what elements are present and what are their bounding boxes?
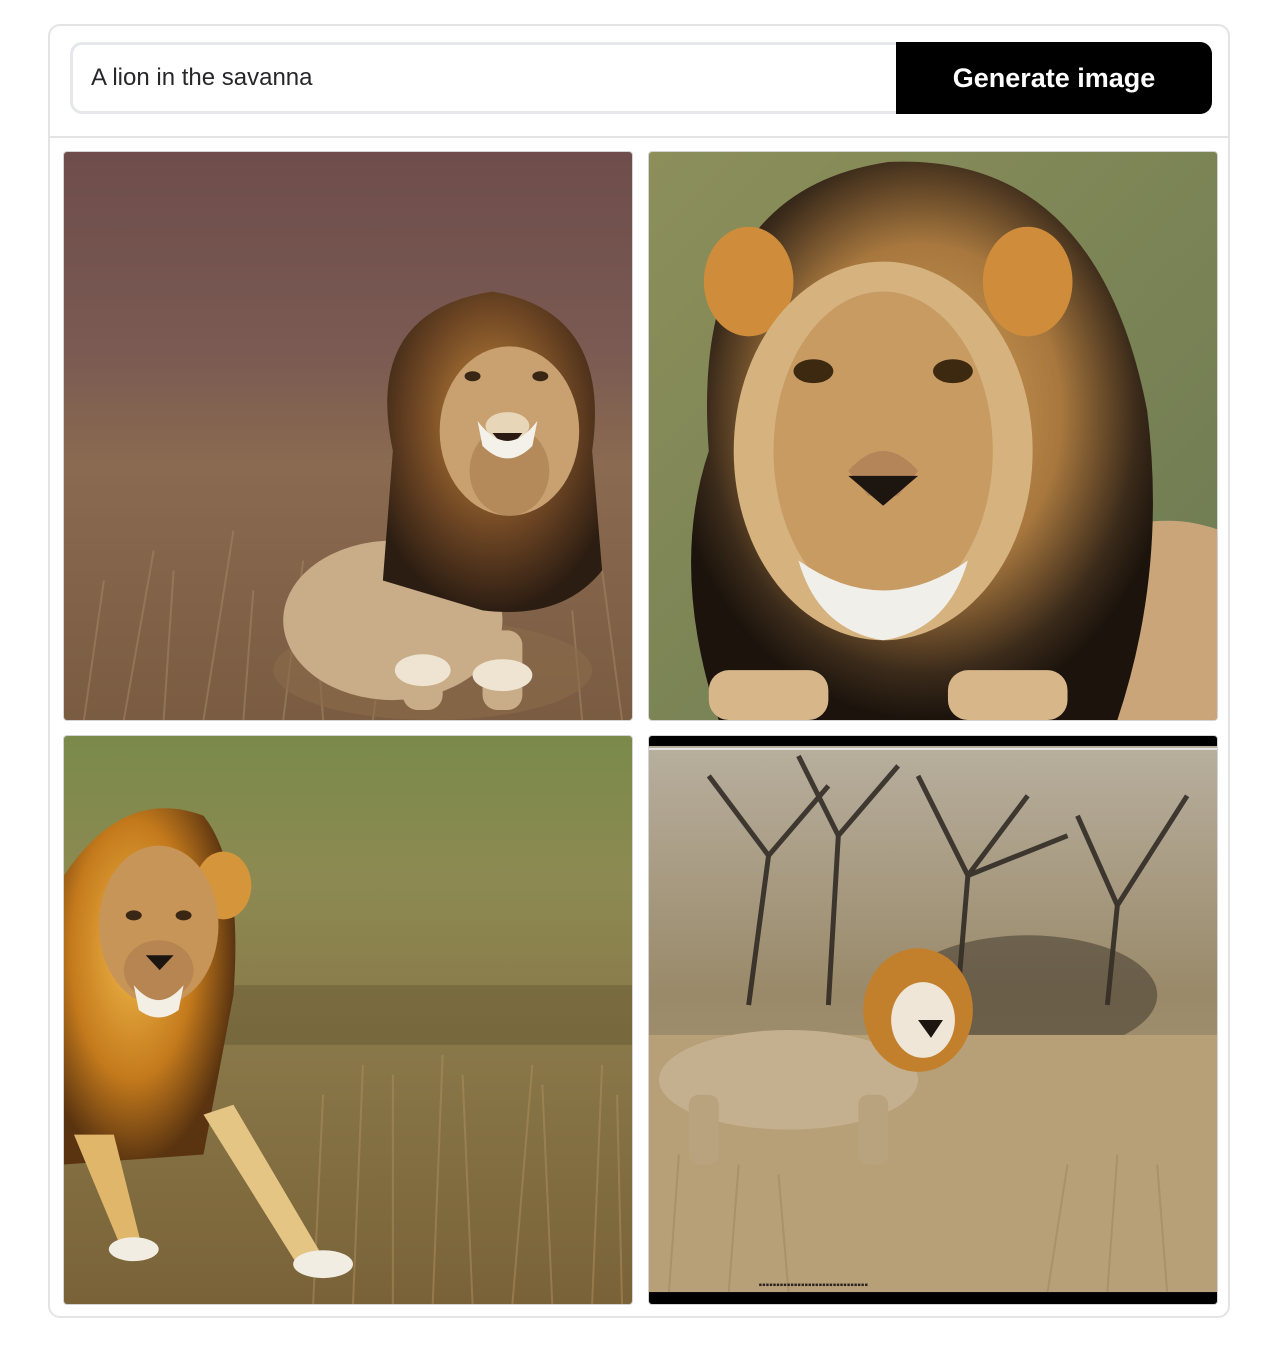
svg-text:▪▪▪▪▪▪▪▪▪▪▪▪▪▪▪▪▪▪▪▪▪▪▪▪▪▪▪▪▪▪: ▪▪▪▪▪▪▪▪▪▪▪▪▪▪▪▪▪▪▪▪▪▪▪▪▪▪▪▪▪▪▪ [759,1280,868,1291]
prompt-input[interactable] [70,42,906,114]
divider [50,136,1228,138]
generate-image-button[interactable]: Generate image [896,42,1212,114]
result-image-3[interactable] [63,735,633,1305]
result-image-4[interactable]: ▪▪▪▪▪▪▪▪▪▪▪▪▪▪▪▪▪▪▪▪▪▪▪▪▪▪▪▪▪▪▪ [648,735,1218,1305]
lion-walking-image [64,736,632,1304]
lion-sitting-image [64,152,632,720]
result-image-2[interactable] [648,151,1218,721]
prompt-bar: Generate image [70,42,1212,114]
result-image-1[interactable] [63,151,633,721]
image-generator-card: Generate image [48,24,1230,1318]
results-grid: ▪▪▪▪▪▪▪▪▪▪▪▪▪▪▪▪▪▪▪▪▪▪▪▪▪▪▪▪▪▪▪ [63,151,1219,1307]
lion-acacia-image: ▪▪▪▪▪▪▪▪▪▪▪▪▪▪▪▪▪▪▪▪▪▪▪▪▪▪▪▪▪▪▪ [649,736,1217,1304]
lion-closeup-image [649,152,1217,720]
